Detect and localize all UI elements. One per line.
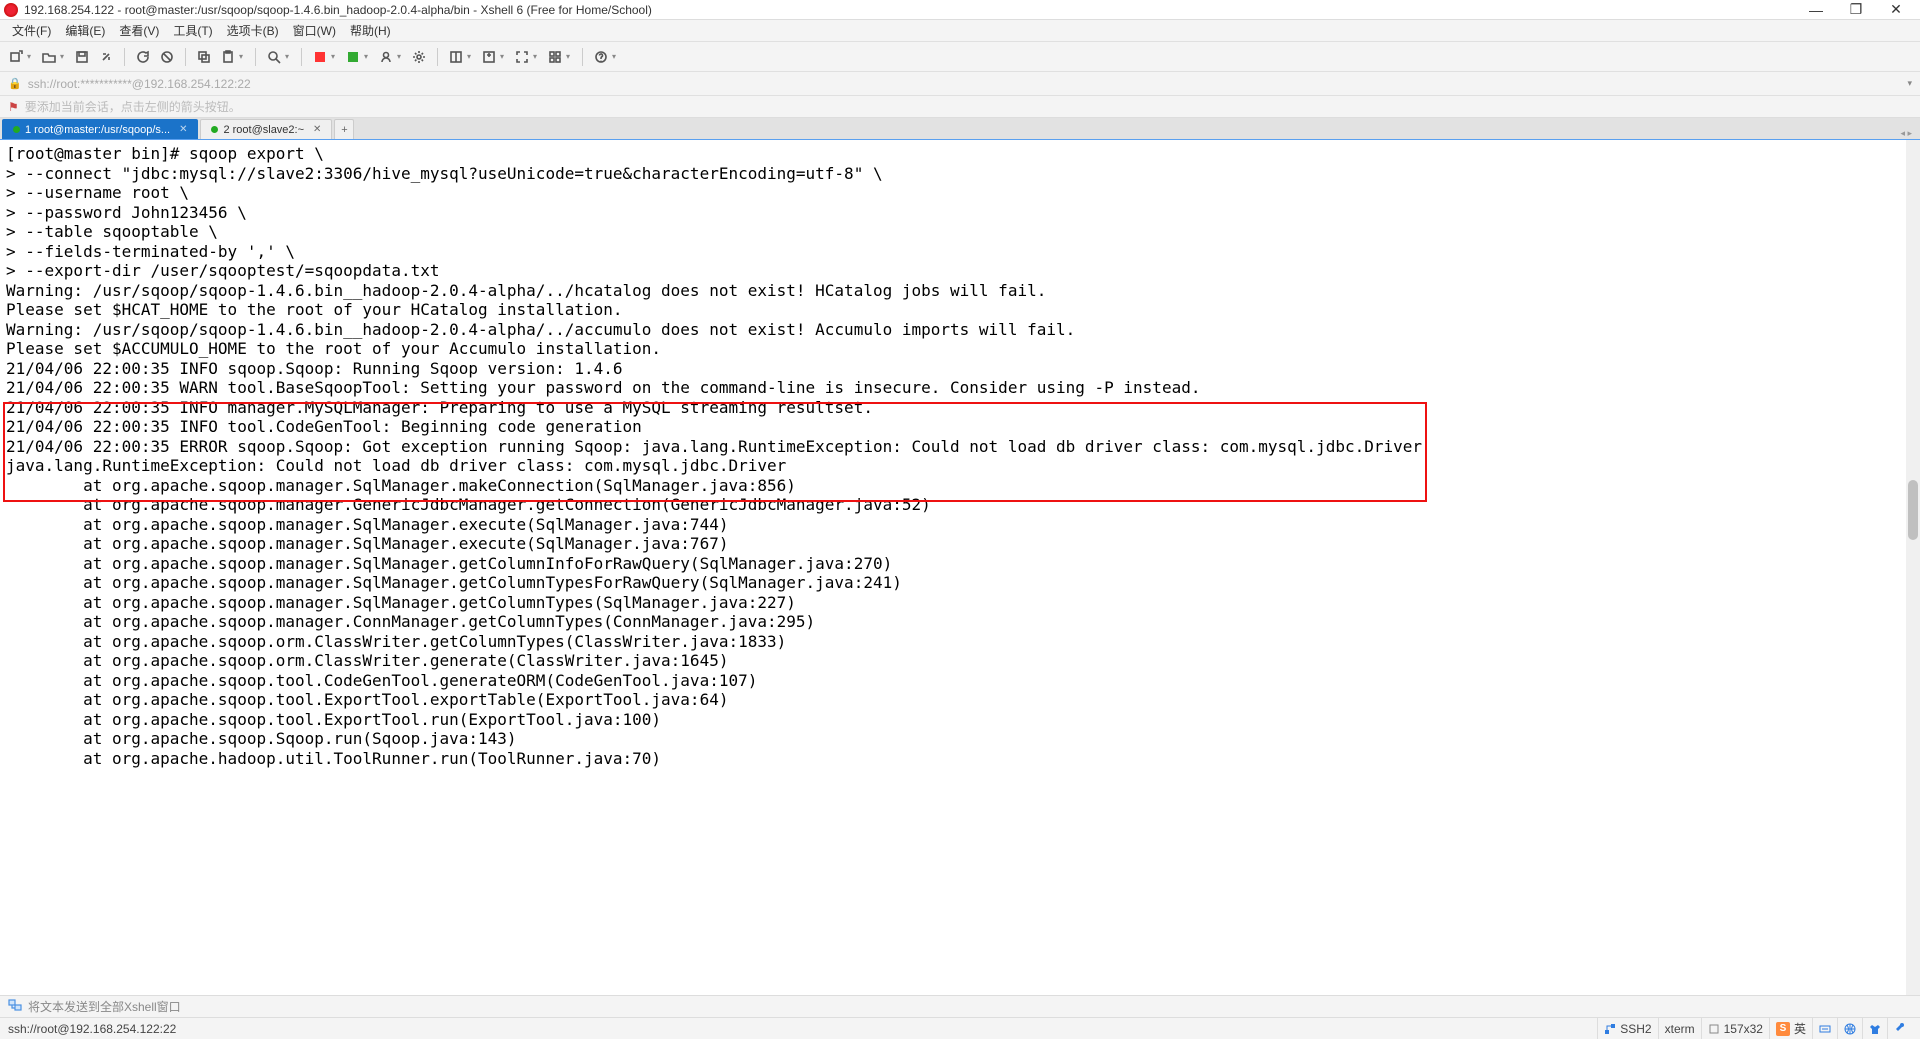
status-tool-icon[interactable]: [1887, 1018, 1912, 1039]
find-icon[interactable]: [264, 47, 284, 67]
window-title: 192.168.254.122 - root@master:/usr/sqoop…: [24, 3, 1796, 17]
toolbar-sep: [437, 48, 438, 66]
vertical-scrollbar[interactable]: [1906, 140, 1920, 995]
status-termtype: xterm: [1658, 1018, 1701, 1039]
disconnect-icon[interactable]: [157, 47, 177, 67]
size-icon: [1708, 1023, 1720, 1035]
font-color-dropdown[interactable]: ▾: [331, 52, 339, 61]
session-tab-bar: 1 root@master:/usr/sqoop/s... ✕ 2 root@s…: [0, 118, 1920, 140]
plus-icon: +: [341, 124, 347, 136]
help-dropdown[interactable]: ▾: [612, 52, 620, 61]
session-tab-label: 1 root@master:/usr/sqoop/s...: [25, 124, 170, 136]
menu-view[interactable]: 查看(V): [115, 20, 163, 41]
menu-help[interactable]: 帮助(H): [346, 20, 395, 41]
status-size: 157x32: [1701, 1018, 1769, 1039]
session-tab-label: 2 root@slave2:~: [223, 124, 304, 136]
wrench-icon: [1894, 1023, 1906, 1035]
toolbar-sep: [185, 48, 186, 66]
keyboard-icon: [1819, 1023, 1831, 1035]
bg-color-icon[interactable]: [343, 47, 363, 67]
close-icon[interactable]: ✕: [179, 124, 187, 135]
close-icon[interactable]: ✕: [313, 124, 321, 135]
window-split-icon[interactable]: [446, 47, 466, 67]
maximize-button[interactable]: ❐: [1836, 1, 1876, 18]
window-titlebar: 192.168.254.122 - root@master:/usr/sqoop…: [0, 0, 1920, 20]
status-globe-icon[interactable]: [1837, 1018, 1862, 1039]
broadcast-icon: [8, 998, 22, 1015]
tile-icon[interactable]: [545, 47, 565, 67]
open-session-dropdown[interactable]: ▾: [60, 52, 68, 61]
broadcast-bar[interactable]: 将文本发送到全部Xshell窗口: [0, 995, 1920, 1017]
user-dropdown[interactable]: ▾: [397, 52, 405, 61]
status-dot-icon: [211, 126, 218, 133]
toolbar-sep: [301, 48, 302, 66]
menu-bar: 文件(F) 编辑(E) 查看(V) 工具(T) 选项卡(B) 窗口(W) 帮助(…: [0, 20, 1920, 42]
help-icon[interactable]: [591, 47, 611, 67]
tile-dropdown[interactable]: ▾: [566, 52, 574, 61]
paste-icon[interactable]: [218, 47, 238, 67]
hint-text: 要添加当前会话，点击左侧的箭头按钮。: [25, 98, 241, 115]
copy-icon[interactable]: [194, 47, 214, 67]
open-session-icon[interactable]: [39, 47, 59, 67]
status-keyboard-icon[interactable]: [1812, 1018, 1837, 1039]
status-dot-icon: [13, 126, 20, 133]
user-icon[interactable]: [376, 47, 396, 67]
menu-edit[interactable]: 编辑(E): [61, 20, 109, 41]
bg-color-dropdown[interactable]: ▾: [364, 52, 372, 61]
toolbar-sep: [255, 48, 256, 66]
new-window-icon[interactable]: [479, 47, 499, 67]
globe-icon: [1844, 1023, 1856, 1035]
font-color-icon[interactable]: [310, 47, 330, 67]
toolbar: ▾ ▾ ▾ ▾ ▾ ▾ ▾ ▾ ▾ ▾ ▾ ▾: [0, 42, 1920, 72]
new-session-dropdown[interactable]: ▾: [27, 52, 35, 61]
flag-icon: ⚑: [8, 100, 19, 114]
toolbar-sep: [124, 48, 125, 66]
menu-file[interactable]: 文件(F): [8, 20, 55, 41]
address-dropdown[interactable]: ▾: [1907, 78, 1912, 89]
paste-dropdown[interactable]: ▾: [239, 52, 247, 61]
session-tab-1[interactable]: 1 root@master:/usr/sqoop/s... ✕: [2, 119, 198, 139]
shirt-icon: [1869, 1023, 1881, 1035]
status-shirt-icon[interactable]: [1862, 1018, 1887, 1039]
broadcast-label: 将文本发送到全部Xshell窗口: [28, 998, 181, 1015]
status-connection: ssh://root@192.168.254.122:22: [8, 1022, 1597, 1036]
menu-window[interactable]: 窗口(W): [289, 20, 340, 41]
find-dropdown[interactable]: ▾: [285, 52, 293, 61]
highlight-box: [3, 402, 1427, 502]
new-session-icon[interactable]: [6, 47, 26, 67]
status-protocol: SSH2: [1597, 1018, 1657, 1039]
network-icon: [1604, 1023, 1616, 1035]
connect-icon[interactable]: [96, 47, 116, 67]
new-window-dropdown[interactable]: ▾: [500, 52, 508, 61]
address-bar[interactable]: 🔒 ssh://root:***********@192.168.254.122…: [0, 72, 1920, 96]
save-icon[interactable]: [72, 47, 92, 67]
close-button[interactable]: ✕: [1876, 1, 1916, 18]
address-text: ssh://root:***********@192.168.254.122:2…: [28, 77, 251, 91]
status-bar: ssh://root@192.168.254.122:22 SSH2 xterm…: [0, 1017, 1920, 1039]
window-split-dropdown[interactable]: ▾: [467, 52, 475, 61]
full-screen-icon[interactable]: [512, 47, 532, 67]
reconnect-icon[interactable]: [133, 47, 153, 67]
full-screen-dropdown[interactable]: ▾: [533, 52, 541, 61]
settings-icon[interactable]: [409, 47, 429, 67]
sogou-icon: S: [1776, 1022, 1790, 1036]
menu-tabopt[interactable]: 选项卡(B): [223, 20, 283, 41]
menu-tools[interactable]: 工具(T): [169, 20, 216, 41]
lock-icon: 🔒: [8, 77, 22, 90]
status-ime[interactable]: S 英: [1769, 1018, 1812, 1039]
app-icon: [4, 3, 18, 17]
toolbar-sep: [582, 48, 583, 66]
terminal-view[interactable]: [root@master bin]# sqoop export \ > --co…: [0, 140, 1920, 995]
hint-bar: ⚑ 要添加当前会话，点击左侧的箭头按钮。: [0, 96, 1920, 118]
scrollbar-thumb[interactable]: [1908, 480, 1918, 540]
add-tab-button[interactable]: +: [334, 119, 354, 139]
session-tab-2[interactable]: 2 root@slave2:~ ✕: [200, 119, 332, 139]
tab-nav-arrows[interactable]: ◂ ▸: [1900, 128, 1912, 139]
minimize-button[interactable]: —: [1796, 2, 1836, 18]
